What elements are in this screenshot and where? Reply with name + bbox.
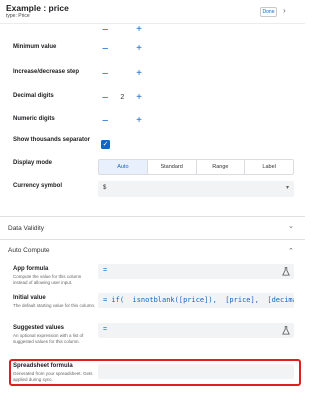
dropdown-arrow-icon: ▾ xyxy=(285,185,289,191)
app-formula-value[interactable]: = xyxy=(103,267,107,274)
chevron-down-icon[interactable]: ⌄ xyxy=(288,222,294,230)
numeric-digits-stepper[interactable]: − + xyxy=(98,113,146,128)
display-mode-auto[interactable]: Auto xyxy=(99,160,148,174)
minus-icon[interactable]: − xyxy=(102,43,108,54)
initial-value-label: Initial value xyxy=(13,295,46,301)
numeric-digits-label: Numeric digits xyxy=(13,116,55,122)
divider xyxy=(0,239,305,240)
collapse-panel-icon[interactable]: › xyxy=(283,6,286,15)
decimal-digits-label: Decimal digits xyxy=(13,93,54,99)
auto-compute-section[interactable]: Auto Compute xyxy=(8,247,50,254)
minimum-value-label: Minimum value xyxy=(13,44,57,50)
suggested-values-field[interactable]: = xyxy=(98,323,294,338)
maximum-value-stepper[interactable]: − + xyxy=(98,22,146,37)
app-formula-label: App formula xyxy=(13,266,49,272)
plus-icon[interactable]: + xyxy=(136,68,142,79)
thousands-separator-checkbox[interactable]: ✓ xyxy=(101,140,110,149)
display-mode-selector: Auto Standard Range Label xyxy=(98,159,294,175)
minus-icon[interactable]: − xyxy=(102,24,108,35)
minus-icon[interactable]: − xyxy=(102,115,108,126)
display-mode-range[interactable]: Range xyxy=(197,160,246,174)
display-mode-standard[interactable]: Standard xyxy=(148,160,197,174)
minus-icon[interactable]: − xyxy=(102,92,108,103)
app-formula-field[interactable]: = xyxy=(98,264,294,279)
divider xyxy=(0,216,305,217)
column-type-value: Price xyxy=(18,13,30,19)
plus-icon[interactable]: + xyxy=(136,43,142,54)
suggested-values-value[interactable]: = xyxy=(103,326,107,333)
minimum-value-stepper[interactable]: − + xyxy=(98,41,146,56)
highlight-box xyxy=(9,359,301,386)
plus-icon[interactable]: + xyxy=(136,24,142,35)
plus-icon[interactable]: + xyxy=(136,92,142,103)
initial-value-field[interactable]: = if( isnotblank([price]), [price], [dec… xyxy=(98,293,294,308)
panel-header: Example : price type: Price Done › xyxy=(0,0,305,24)
currency-symbol-select[interactable]: $ ▾ xyxy=(98,181,294,197)
initial-value-description: The default starting value for this colu… xyxy=(13,303,96,308)
suggested-values-description: An optional expression with a list of su… xyxy=(13,333,84,344)
initial-value-expression[interactable]: = if( isnotblank([price]), [price], [dec… xyxy=(103,296,294,304)
currency-symbol-label: Currency symbol xyxy=(13,183,63,189)
column-type: type: Price xyxy=(6,13,30,19)
step-stepper[interactable]: − + xyxy=(98,66,146,81)
currency-symbol-value: $ xyxy=(103,185,107,191)
display-mode-label: Display mode xyxy=(13,160,53,166)
display-mode-label[interactable]: Label xyxy=(245,160,293,174)
chevron-up-icon[interactable]: ⌃ xyxy=(288,247,294,255)
column-type-prefix: type: xyxy=(6,13,17,19)
flask-icon[interactable] xyxy=(282,267,290,276)
data-validity-section[interactable]: Data Validity xyxy=(8,225,44,232)
app-formula-description: Compute the value for this column instea… xyxy=(13,274,82,285)
decimal-digits-stepper[interactable]: − 2 + xyxy=(98,90,146,105)
flask-icon[interactable] xyxy=(282,326,290,335)
thousands-separator-label: Show thousands separator xyxy=(13,137,91,143)
suggested-values-label: Suggested values xyxy=(13,325,65,331)
done-button[interactable]: Done xyxy=(260,7,277,17)
minus-icon[interactable]: − xyxy=(102,68,108,79)
plus-icon[interactable]: + xyxy=(136,115,142,126)
step-label: Increase/decrease step xyxy=(13,69,80,75)
decimal-digits-value[interactable]: 2 xyxy=(120,94,124,101)
column-title: Example : price xyxy=(6,3,69,13)
